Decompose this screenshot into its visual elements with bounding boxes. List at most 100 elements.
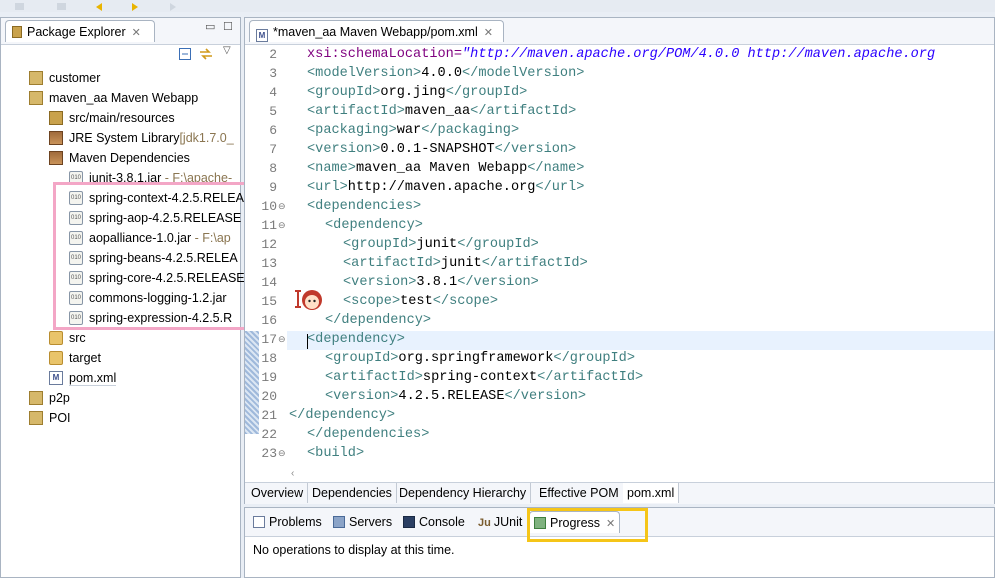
junit-icon: Ju: [478, 517, 491, 529]
close-icon[interactable]: ✕: [132, 26, 141, 39]
console-icon: [403, 516, 415, 528]
tab-console[interactable]: Console: [399, 511, 469, 533]
line-number: 16: [261, 313, 277, 328]
folder-icon: [49, 351, 63, 365]
line-number: 19: [261, 370, 277, 385]
tree-item[interactable]: maven_aa Maven Webapp: [1, 88, 240, 108]
tree-item-label: customer: [49, 71, 101, 85]
line-number: 18: [261, 351, 277, 366]
line-number: 6: [269, 123, 277, 138]
line-number: 23: [261, 446, 277, 461]
tree-item-label: JRE System Library: [69, 131, 180, 145]
tree-item[interactable]: src/main/resources: [1, 108, 240, 128]
project-icon: [29, 411, 43, 425]
bottom-panel: Problems Servers Console Ju JUnit Progres…: [244, 507, 995, 578]
link-with-editor-icon[interactable]: [199, 48, 213, 63]
line-number: 8: [269, 161, 277, 176]
problems-icon: [253, 516, 265, 528]
highlight-box-pink: [53, 182, 255, 330]
bottom-tabbar: Problems Servers Console Ju JUnit Progres…: [245, 508, 994, 542]
tree-item-location: [jdk1.7.0_: [179, 131, 234, 145]
line-number: 5: [269, 104, 277, 119]
editor-tabbar: M *maven_aa Maven Webapp/pom.xml ✕: [245, 18, 994, 45]
editor-page-tab[interactable]: pom.xml: [623, 483, 680, 503]
line-number: 14: [261, 275, 277, 290]
line-number: 9: [269, 180, 277, 195]
main-toolbar: [0, 0, 995, 12]
scroll-left-icon[interactable]: ‹: [291, 468, 294, 479]
tree-item[interactable]: JRE System Library[jdk1.7.0_: [1, 128, 240, 148]
project-icon: [29, 71, 43, 85]
progress-message: No operations to display at this time.: [253, 543, 455, 557]
cartoon-girl-icon: [295, 286, 325, 314]
tab-pom-xml[interactable]: M *maven_aa Maven Webapp/pom.xml ✕: [249, 20, 504, 42]
servers-icon: [333, 516, 345, 528]
project-icon: [29, 91, 43, 105]
tree-item[interactable]: POI: [1, 408, 240, 428]
line-number: 3: [269, 66, 277, 81]
tree-item-label: POI: [49, 411, 71, 425]
line-number: 12: [261, 237, 277, 252]
maximize-icon[interactable]: ☐: [223, 20, 233, 33]
tree-item-label: src: [69, 331, 86, 345]
change-marker: [245, 331, 259, 434]
pom-file-icon: M: [49, 371, 63, 385]
line-number: 15: [261, 294, 277, 309]
back-arrow-icon[interactable]: [96, 0, 108, 11]
tree-item[interactable]: customer: [1, 68, 240, 88]
view-menu-icon[interactable]: ▽: [223, 45, 231, 56]
library-icon: [49, 131, 63, 145]
close-icon[interactable]: ✕: [484, 26, 493, 39]
line-number: 20: [261, 389, 277, 404]
line-number: 21: [261, 408, 277, 423]
package-folder-icon: [49, 111, 63, 125]
tree-item-label: maven_aa Maven Webapp: [49, 91, 199, 105]
tree-item[interactable]: p2p: [1, 388, 240, 408]
editor-page-tab[interactable]: Dependencies: [308, 483, 397, 503]
line-number: 2: [269, 47, 277, 62]
tab-servers[interactable]: Servers: [329, 511, 396, 533]
line-number: 13: [261, 256, 277, 271]
fold-toggle-icon[interactable]: ⊖: [278, 220, 286, 231]
line-number: 7: [269, 142, 277, 157]
highlight-box-yellow: [527, 508, 648, 542]
collapse-all-icon[interactable]: [179, 48, 191, 63]
tab-junit[interactable]: Ju JUnit: [474, 511, 526, 533]
tree-item-label: Maven Dependencies: [69, 151, 190, 165]
fold-toggle-icon[interactable]: ⊖: [278, 201, 286, 212]
package-explorer-view: Package Explorer ✕ ▭ ☐ ▽ customer maven_aa…: [0, 17, 255, 578]
package-explorer-icon: [12, 26, 22, 38]
toolbar-icon[interactable]: [14, 0, 26, 10]
editor-page-tab[interactable]: Effective POM: [535, 483, 624, 503]
tree-item-label: target: [69, 351, 101, 365]
pom-file-icon: M: [256, 29, 268, 42]
editor-page-tab[interactable]: Dependency Hierarchy: [395, 483, 532, 503]
tab-problems[interactable]: Problems: [249, 511, 326, 533]
library-icon: [49, 151, 63, 165]
tree-item[interactable]: target: [1, 348, 240, 368]
toolbar-icon[interactable]: [56, 0, 68, 10]
tree-item-label: pom.xml: [69, 371, 117, 386]
folder-icon: [49, 331, 63, 345]
tree-item-label: src/main/resources: [69, 111, 175, 125]
project-icon: [29, 391, 43, 405]
line-number: 11: [261, 218, 277, 233]
tree-item[interactable]: src: [1, 328, 240, 348]
tree-item[interactable]: Maven Dependencies: [1, 148, 240, 168]
editor-page-tabs: Overview Dependencies Dependency Hierarchy…: [245, 482, 994, 504]
line-number: 10: [261, 199, 277, 214]
fold-toggle-icon[interactable]: ⊖: [278, 334, 286, 345]
package-explorer-tabbar: Package Explorer ✕ ▭ ☐: [1, 18, 240, 45]
editor-page-tab[interactable]: Overview: [247, 483, 309, 503]
pom-editor: M *maven_aa Maven Webapp/pom.xml ✕ 2345678…: [244, 17, 995, 504]
line-number: 17: [261, 332, 277, 347]
nav-arrow-icon[interactable]: [162, 0, 176, 11]
tab-package-explorer[interactable]: Package Explorer ✕: [5, 20, 155, 42]
line-number: 4: [269, 85, 277, 100]
line-number: 22: [261, 427, 277, 442]
minimize-icon[interactable]: ▭: [205, 20, 215, 33]
forward-arrow-icon[interactable]: [124, 0, 138, 11]
tree-item[interactable]: Mpom.xml: [1, 368, 240, 388]
tree-item-label: p2p: [49, 391, 70, 405]
fold-toggle-icon[interactable]: ⊖: [278, 448, 286, 459]
